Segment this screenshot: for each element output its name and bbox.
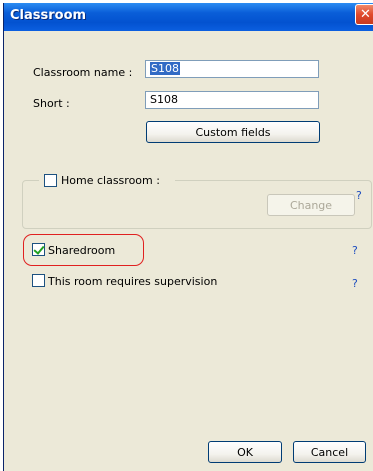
classroom-name-label: Classroom name : — [33, 66, 133, 79]
sharedroom-help[interactable]: ? — [352, 244, 358, 257]
home-classroom-checkbox[interactable] — [44, 174, 57, 187]
classroom-name-input[interactable]: S108 — [145, 60, 319, 78]
supervision-checkbox[interactable] — [32, 274, 45, 287]
classroom-name-value: S108 — [150, 62, 180, 75]
close-button[interactable]: ✕ — [355, 4, 373, 25]
supervision-help[interactable]: ? — [352, 277, 358, 290]
ok-button[interactable]: OK — [208, 441, 282, 463]
sharedroom-label: Sharedroom — [48, 244, 116, 257]
title-bar[interactable]: Classroom — [4, 3, 373, 31]
supervision-label: This room requires supervision — [48, 275, 218, 288]
ok-label: OK — [237, 445, 253, 459]
window-title: Classroom — [10, 8, 87, 23]
change-button[interactable]: Change — [267, 194, 355, 216]
short-input[interactable]: S108 — [145, 91, 319, 109]
close-icon: ✕ — [360, 7, 371, 22]
custom-fields-label: Custom fields — [195, 125, 271, 139]
home-classroom-help[interactable]: ? — [356, 189, 362, 202]
home-classroom-label: Home classroom : — [61, 174, 160, 187]
sharedroom-checkbox[interactable] — [32, 243, 45, 256]
cancel-button[interactable]: Cancel — [293, 441, 366, 463]
change-label: Change — [289, 198, 333, 212]
custom-fields-button[interactable]: Custom fields — [146, 121, 320, 143]
short-label: Short : — [33, 97, 70, 110]
short-value: S108 — [150, 93, 178, 106]
cancel-label: Cancel — [310, 445, 349, 459]
